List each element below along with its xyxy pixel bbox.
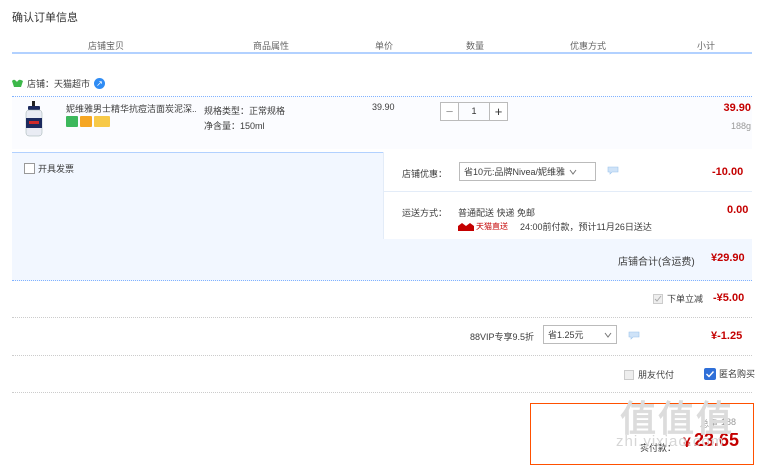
qty-plus-button[interactable]: +: [489, 102, 508, 121]
comment-icon[interactable]: [607, 166, 619, 175]
shop-discount-label: 店铺优惠：: [402, 169, 448, 179]
qty-input[interactable]: 1: [459, 102, 489, 121]
unit-price: 39.90: [372, 102, 395, 112]
quantity-stepper: − 1 +: [440, 102, 508, 121]
shipping-method: 普通配送 快递 免邮: [458, 208, 536, 218]
order-discount-label: 下单立减: [667, 294, 704, 304]
col-header-discount: 优惠方式: [570, 41, 607, 51]
item-subtotal: 39.90: [723, 102, 751, 114]
anonymous-checkbox[interactable]: [704, 367, 716, 380]
vip-discount-select[interactable]: 省1.25元: [543, 325, 617, 344]
attr-volume: 净含量：150ml: [204, 121, 265, 131]
watermark-url: zhi.yixiao.com: [616, 433, 725, 450]
delivery-eta: 24:00前付款，预计11月26日送达: [520, 222, 652, 232]
friend-pay-label: 朋友代付: [638, 370, 675, 380]
order-discount-option: 下单立减: [653, 292, 703, 305]
tmall-direct-badge: 天猫直送: [458, 221, 508, 232]
divider: [12, 355, 752, 356]
attr-type: 规格类型：正常规格: [204, 106, 286, 116]
col-header-price: 单价: [375, 41, 394, 51]
shop-row: 店铺：天猫超市 ↗: [12, 76, 106, 90]
shipping-label: 运送方式：: [402, 208, 448, 218]
seven-day-return-icon[interactable]: [66, 116, 78, 127]
service-badges: [66, 116, 110, 127]
vip-discount-value: 省1.25元: [548, 330, 584, 340]
shop-discount-amount: -10.00: [712, 166, 744, 178]
comment-icon[interactable]: [628, 331, 640, 340]
shop-discount-select[interactable]: 省10元:品牌Nivea/妮维雅: [459, 162, 596, 181]
shop-total-value: ¥29.90: [711, 252, 745, 264]
product-image[interactable]: [21, 101, 49, 137]
shop-total-label: 店铺合计(含运费): [618, 257, 695, 268]
wangwang-chat-icon[interactable]: ↗: [94, 77, 106, 89]
col-header-qty: 数量: [466, 41, 485, 51]
tmall-icon: [458, 222, 474, 231]
col-header-item: 店铺宝贝: [88, 41, 125, 51]
check-icon: [654, 295, 662, 302]
anonymous-label: 匿名购买: [719, 369, 756, 379]
guarantee-icon[interactable]: [80, 116, 92, 127]
shop-icon: [12, 79, 23, 87]
item-weight: 188g: [730, 121, 751, 131]
qty-minus-button[interactable]: −: [440, 102, 459, 121]
shipping-amount: 0.00: [727, 204, 749, 216]
shop-name[interactable]: 店铺：天猫超市: [27, 77, 90, 90]
chevron-down-icon: [604, 332, 612, 338]
invoice-checkbox[interactable]: [24, 163, 35, 174]
card-pay-icon[interactable]: [94, 116, 110, 127]
order-discount-value: -¥5.00: [713, 292, 745, 304]
chevron-down-icon: [569, 169, 577, 175]
anonymous-option[interactable]: 匿名购买: [704, 367, 755, 380]
shop-discount-value: 省10元:品牌Nivea/妮维雅: [464, 167, 566, 177]
col-header-subtotal: 小计: [697, 41, 716, 51]
col-header-attr: 商品属性: [253, 41, 290, 51]
invoice-label: 开具发票: [38, 164, 75, 174]
divider: [383, 191, 752, 192]
product-name[interactable]: 妮维雅男士精华抗痘洁面炭泥深...: [66, 102, 196, 115]
friend-pay-option[interactable]: 朋友代付: [624, 368, 674, 381]
vip-label: 88VIP专享9.5折: [470, 332, 535, 342]
invoice-option[interactable]: 开具发票: [24, 162, 74, 175]
friend-pay-checkbox[interactable]: [624, 369, 634, 380]
table-header: 店铺宝贝 商品属性 单价 数量 优惠方式 小计: [12, 36, 752, 54]
vip-discount-amount: ¥-1.25: [711, 330, 743, 342]
tmall-direct-label: 天猫直送: [476, 222, 508, 231]
order-discount-checkbox[interactable]: [653, 293, 663, 304]
check-icon: [706, 370, 715, 378]
page-title: 确认订单信息: [12, 12, 78, 24]
divider: [12, 317, 752, 318]
